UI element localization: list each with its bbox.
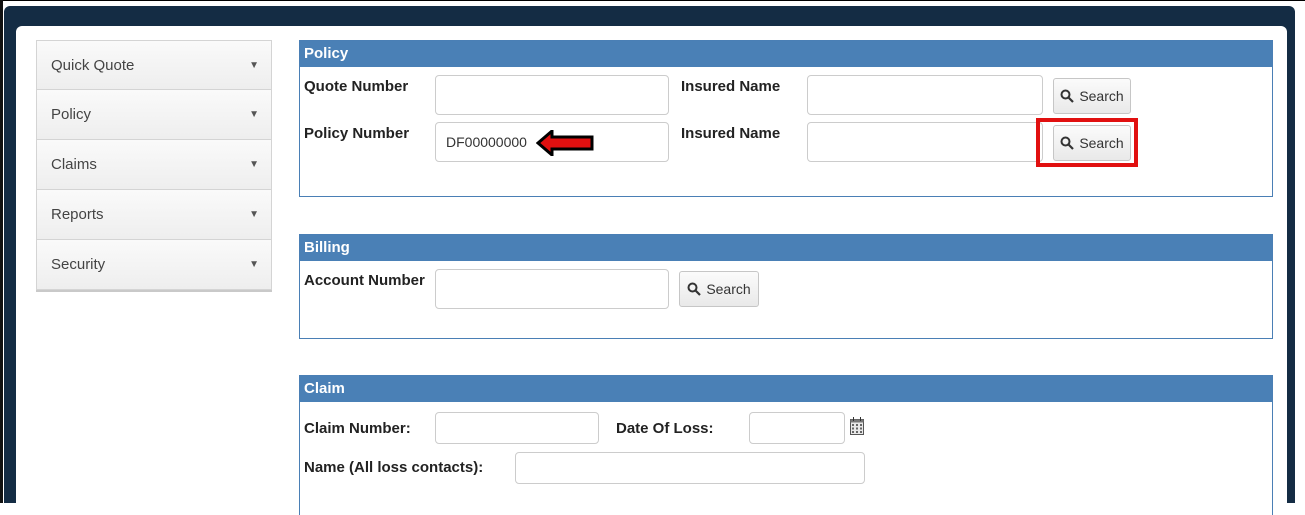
sidebar-item-security[interactable]: Security ▼ [36,240,272,290]
account-number-input[interactable] [435,269,669,309]
search-button-label: Search [706,281,751,297]
claim-number-row: Claim Number: Date Of Loss: [300,412,1272,450]
top-border [0,0,1305,1]
quote-number-input[interactable] [435,75,669,115]
caret-down-icon: ▼ [249,109,259,120]
claim-number-input[interactable] [435,412,599,444]
quote-number-row: Quote Number Insured Name Search [300,75,1272,122]
caret-down-icon: ▼ [249,259,259,270]
sidebar-item-reports[interactable]: Reports ▼ [36,190,272,240]
date-of-loss-input[interactable] [749,412,845,444]
caret-down-icon: ▼ [249,209,259,220]
claim-panel: Claim Claim Number: Date Of Loss: Name (… [299,375,1273,515]
claim-number-label: Claim Number: [304,420,411,437]
left-border [0,0,3,503]
sidebar-item-label: Policy [51,106,92,123]
page-content: Quick Quote ▼ Policy ▼ Claims ▼ Reports … [16,26,1287,515]
quote-number-label: Quote Number [304,78,409,95]
sidebar-item-policy[interactable]: Policy ▼ [36,90,272,140]
search-button-label: Search [1079,88,1124,104]
account-number-label: Account Number [304,272,425,289]
app-frame: Quick Quote ▼ Policy ▼ Claims ▼ Reports … [4,6,1295,515]
sidebar-item-label: Quick Quote [51,56,135,74]
date-of-loss-label: Date Of Loss: [616,420,714,437]
policy-number-label: Policy Number [304,125,410,142]
billing-panel-title: Billing [300,235,1272,261]
sidebar-item-label: Reports [51,206,104,223]
account-search-button[interactable]: Search [679,271,759,307]
policy-number-row: Policy Number DF00000000 Insured Name Se… [300,118,1272,169]
highlight-box [1036,118,1138,167]
insured-name-search-button[interactable]: Search [1053,78,1131,114]
calendar-icon[interactable] [850,417,864,435]
sidebar-item-claims[interactable]: Claims ▼ [36,140,272,190]
sidebar-item-label: Claims [51,156,97,173]
claim-panel-title: Claim [300,376,1272,402]
left-arrow-icon [536,130,594,156]
account-number-row: Account Number Search [300,269,1272,316]
insured-name-label: Insured Name [681,125,781,142]
caret-down-icon: ▼ [249,59,259,71]
policy-panel-title: Policy [300,41,1272,67]
search-icon [687,282,702,296]
sidebar-menu: Quick Quote ▼ Policy ▼ Claims ▼ Reports … [36,40,272,292]
sidebar-item-quick-quote[interactable]: Quick Quote ▼ [36,40,272,90]
insured-name-label: Insured Name [681,78,781,95]
insured-name-input[interactable] [807,75,1043,115]
loss-contacts-name-input[interactable] [515,452,865,484]
insured-name-input[interactable] [807,122,1043,162]
search-icon [1060,89,1075,103]
caret-down-icon: ▼ [249,159,259,170]
policy-panel: Policy Quote Number Insured Name Search … [299,40,1273,197]
loss-contacts-name-label: Name (All loss contacts): [304,459,484,476]
billing-panel: Billing Account Number Search [299,234,1273,339]
sidebar-item-label: Security [51,256,106,273]
loss-contacts-row: Name (All loss contacts): [300,450,1272,488]
